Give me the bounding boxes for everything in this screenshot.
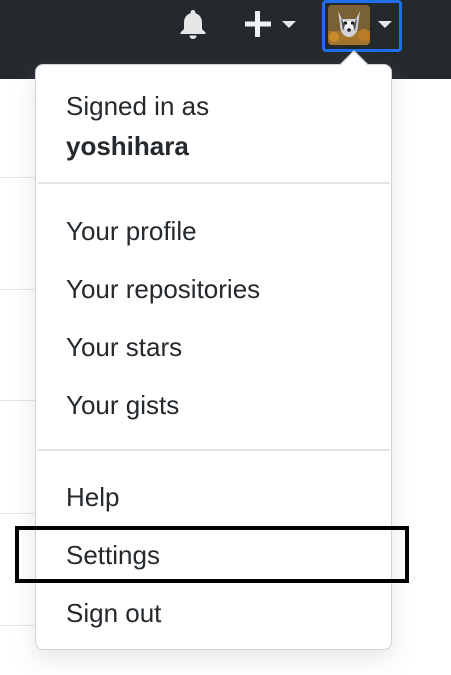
menu-item-sign-out[interactable]: Sign out — [66, 598, 161, 628]
plus-icon[interactable] — [242, 8, 274, 40]
page-row-divider — [0, 625, 40, 626]
page-row-divider — [0, 400, 40, 401]
username: yoshihara — [66, 131, 189, 161]
page-row-divider — [0, 177, 40, 178]
menu-item-your-gists[interactable]: Your gists — [66, 390, 179, 420]
menu-item-your-stars[interactable]: Your stars — [66, 332, 182, 362]
menu-item-help[interactable]: Help — [66, 482, 119, 512]
menu-divider — [38, 449, 390, 451]
menu-item-your-profile[interactable]: Your profile — [66, 216, 197, 246]
caret-down-icon[interactable] — [378, 21, 392, 28]
caret-down-icon[interactable] — [282, 21, 296, 28]
page-row-divider — [0, 513, 40, 514]
dropdown-arrow-fill — [340, 52, 368, 66]
settings-highlight-box — [15, 526, 409, 583]
bell-icon[interactable] — [176, 7, 210, 41]
menu-item-your-repositories[interactable]: Your repositories — [66, 274, 260, 304]
menu-divider — [38, 182, 390, 184]
avatar[interactable] — [328, 5, 370, 45]
signed-in-label: Signed in as — [66, 91, 210, 121]
page-row-divider — [0, 289, 40, 290]
